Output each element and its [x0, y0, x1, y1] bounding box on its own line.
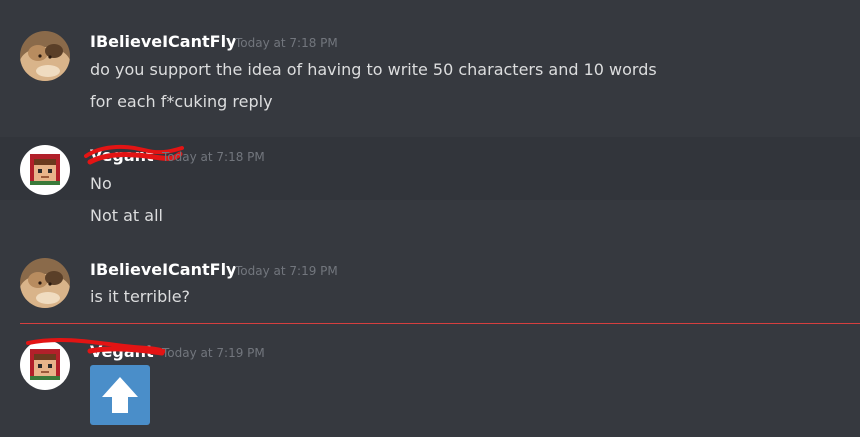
arrow-up-emoji[interactable] [90, 365, 150, 425]
message-author[interactable]: Vegant [90, 342, 154, 361]
pixel-character-avatar[interactable] [20, 340, 70, 390]
message-group[interactable]: Vegant Today at 7:19 PM [0, 0, 860, 437]
arrow-up-icon [90, 365, 150, 425]
message-timestamp: Today at 7:19 PM [162, 346, 265, 360]
